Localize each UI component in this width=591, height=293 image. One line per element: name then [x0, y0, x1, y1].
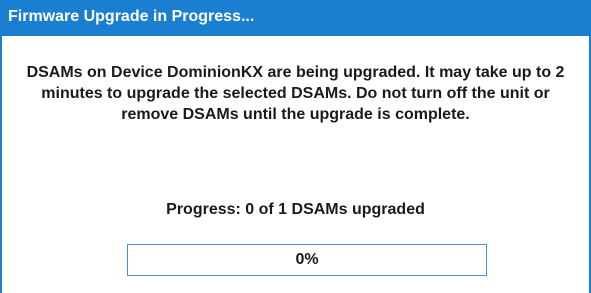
progress-status-text: Progress: 0 of 1 DSAMs upgraded	[166, 201, 425, 218]
progress-bar: 0%	[127, 244, 487, 276]
dialog-titlebar: Firmware Upgrade in Progress...	[2, 0, 589, 36]
upgrade-message: DSAMs on Device DominionKX are being upg…	[26, 64, 565, 123]
progress-percent-label: 0%	[295, 251, 319, 268]
dialog-title: Firmware Upgrade in Progress...	[8, 8, 255, 25]
firmware-upgrade-dialog: Firmware Upgrade in Progress... DSAMs on…	[0, 0, 591, 293]
